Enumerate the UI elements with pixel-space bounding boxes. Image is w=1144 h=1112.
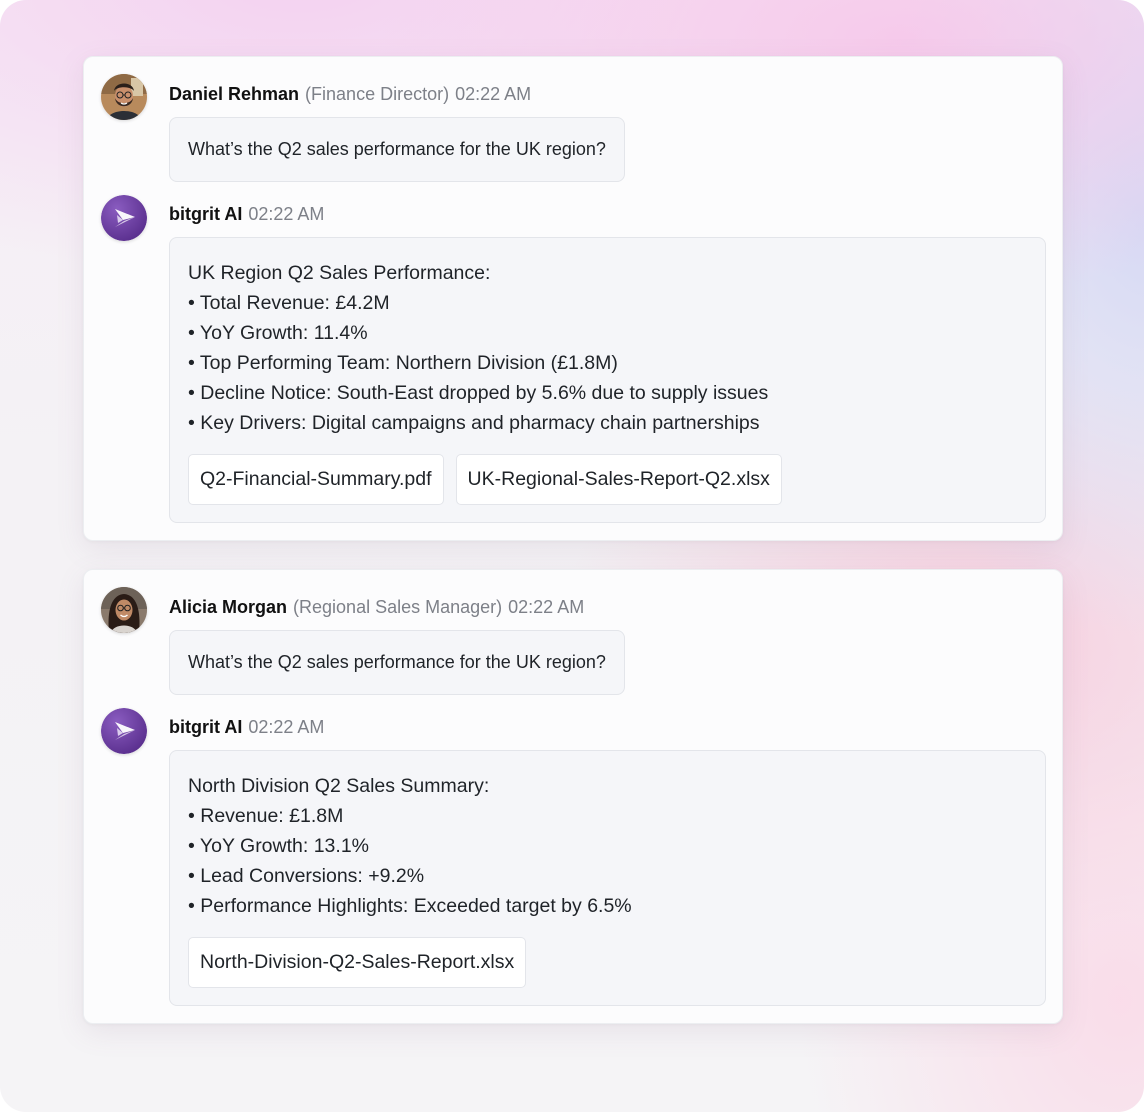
chat-thread-card: Daniel Rehman (Finance Director) 02:22 AM … [83,56,1063,541]
answer-line: • Total Revenue: £4.2M [188,292,390,314]
bitgrit-logo-icon [101,195,147,241]
bitgrit-logo-icon [101,708,147,754]
ai-message-header: bitgrit AI 02:22 AM [169,715,324,739]
answer-line: • YoY Growth: 11.4% [188,322,368,344]
attachment-list: Q2-Financial-Summary.pdf UK-Regional-Sal… [188,454,1027,505]
ai-name: bitgrit AI [169,717,243,737]
ai-answer-bubble: UK Region Q2 Sales Performance: • Total … [169,237,1046,523]
answer-line: • Revenue: £1.8M [188,805,344,827]
answer-line: • Performance Highlights: Exceeded targe… [188,895,632,917]
user-question-bubble: What’s the Q2 sales performance for the … [169,117,625,182]
ai-message-row [101,195,147,241]
answer-line: North Division Q2 Sales Summary: [188,775,490,797]
answer-line: • Key Drivers: Digital campaigns and pha… [188,412,760,434]
answer-line: • Decline Notice: South-East dropped by … [188,382,769,404]
message-timestamp: 02:22 AM [248,717,325,737]
ai-message-header: bitgrit AI 02:22 AM [169,202,324,226]
message-timestamp: 02:22 AM [248,204,325,224]
ai-message-row [101,708,147,754]
ai-answer-bubble: North Division Q2 Sales Summary: • Reven… [169,750,1046,1006]
user-avatar-icon [101,587,147,633]
chat-thread-card: Alicia Morgan (Regional Sales Manager) 02:… [83,569,1063,1024]
user-message-header: Daniel Rehman (Finance Director) 02:22 AM [169,82,531,106]
message-timestamp: 02:22 AM [455,84,532,104]
user-role: (Regional Sales Manager) [293,597,503,617]
attachment-pdf-file[interactable]: Q2-Financial-Summary.pdf [188,454,444,505]
user-message-row [101,74,147,120]
answer-line: • YoY Growth: 13.1% [188,835,370,857]
attachment-xlsx-file[interactable]: UK-Regional-Sales-Report-Q2.xlsx [455,454,782,505]
attachment-list: North-Division-Q2-Sales-Report.xlsx [188,937,1027,988]
user-message-row [101,587,147,633]
page-background: Daniel Rehman (Finance Director) 02:22 AM … [0,0,1144,1112]
message-timestamp: 02:22 AM [508,597,585,617]
ai-name: bitgrit AI [169,204,243,224]
answer-line: • Lead Conversions: +9.2% [188,865,425,887]
user-role: (Finance Director) [305,84,450,104]
user-message-header: Alicia Morgan (Regional Sales Manager) 02:… [169,595,584,619]
answer-line: • Top Performing Team: Northern Division… [188,352,618,374]
answer-line: UK Region Q2 Sales Performance: [188,262,491,284]
user-name: Alicia Morgan [169,597,288,617]
attachment-xlsx-file[interactable]: North-Division-Q2-Sales-Report.xlsx [188,937,527,988]
user-avatar-icon [101,74,147,120]
user-name: Daniel Rehman [169,84,300,104]
user-question-bubble: What’s the Q2 sales performance for the … [169,630,625,695]
